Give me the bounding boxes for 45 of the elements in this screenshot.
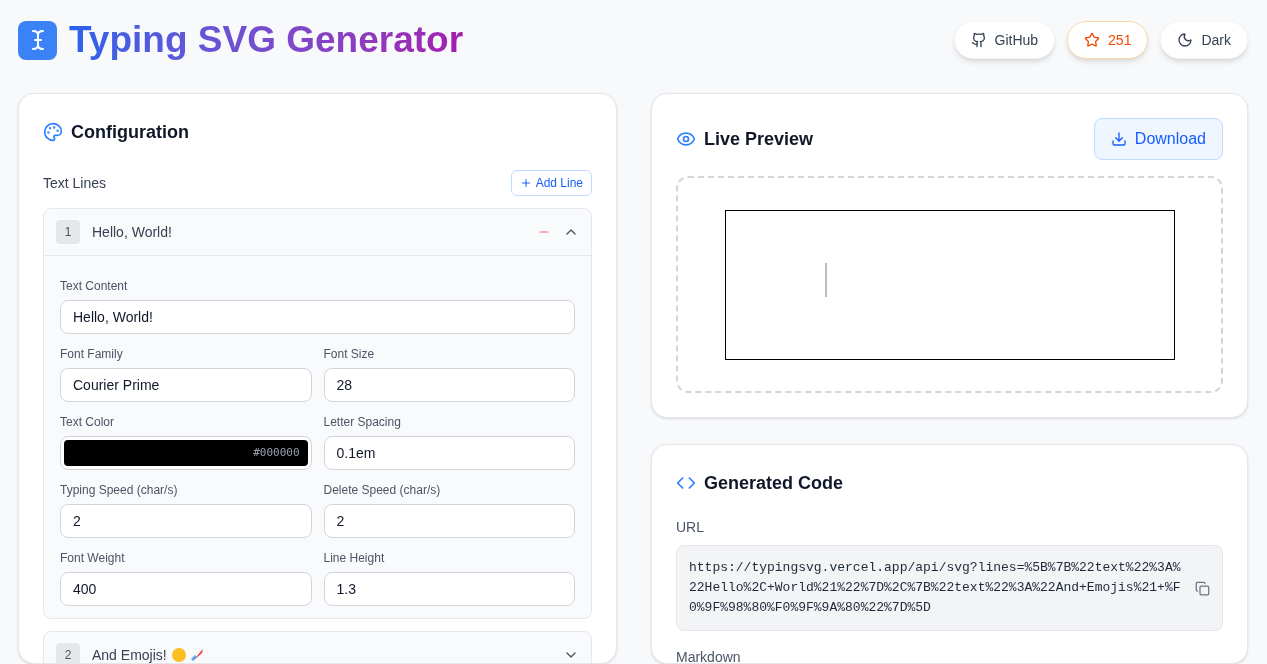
field-label: Delete Speed (char/s) [323,482,442,498]
github-icon [970,32,987,48]
field-label: Text Content [60,278,129,294]
input-field[interactable]: Hello, World! [60,300,575,334]
download-button[interactable]: Download [1093,118,1223,160]
field-label: Typing Speed (char/s) [60,482,179,498]
download-icon [1110,131,1127,147]
input-field[interactable]: 2 [323,504,575,538]
field-label: Letter Spacing [323,414,402,430]
emoji-drawing [170,647,205,663]
line-number: 2 [56,643,80,663]
input-field[interactable]: 0.1em [323,436,575,470]
input-field[interactable]: 28 [323,368,575,402]
star-button[interactable]: 251 [1067,21,1149,59]
field-label: Line Height [323,550,386,566]
field-label: Font Size [323,346,376,362]
input-field[interactable]: 2 [60,504,312,538]
url-text: https://typingsvg.vercel.app/api/svg?lines=%5B%7B%22text%22%3A%22Hello%2C+World%21%22%7D%2C%7B%22text%22%3A%22And+Emojis%21+%F0%9F%98%80%F0%9F%9A%80%22%7D%5D [689,559,1182,617]
field-label: Font Weight [60,550,126,566]
card-title: Generated Code [704,472,844,495]
field-label: URL [676,518,705,537]
line-title: And Emojis! [92,645,205,663]
section-label: Text Lines [43,174,107,193]
field-label: Markdown [676,648,742,663]
add-line-button[interactable]: Add Line [510,170,592,196]
line-header[interactable]: 2 And Emojis! [44,632,591,663]
input-field[interactable]: 1.3 [323,572,575,606]
line-header[interactable]: 1 Hello, World! [44,209,591,255]
copy-icon[interactable] [1195,580,1210,596]
input-field[interactable]: 400 [60,572,312,606]
field-label: Text Color [60,414,116,430]
github-button[interactable]: GitHub [953,21,1056,59]
palette-icon [43,122,63,142]
card-title: Live Preview [704,128,814,151]
field-label: Font Family [60,346,124,362]
moon-icon [1177,32,1194,48]
plus-icon [519,177,532,189]
logo-icon [18,20,57,60]
theme-button[interactable]: Dark [1160,21,1248,59]
eye-icon [676,129,696,149]
star-icon [1084,32,1101,48]
line-number: 1 [56,220,80,244]
line-title: Hello, World! [92,223,172,242]
input-field[interactable]: Courier Prime [60,368,312,402]
card-title: Configuration [71,121,189,144]
